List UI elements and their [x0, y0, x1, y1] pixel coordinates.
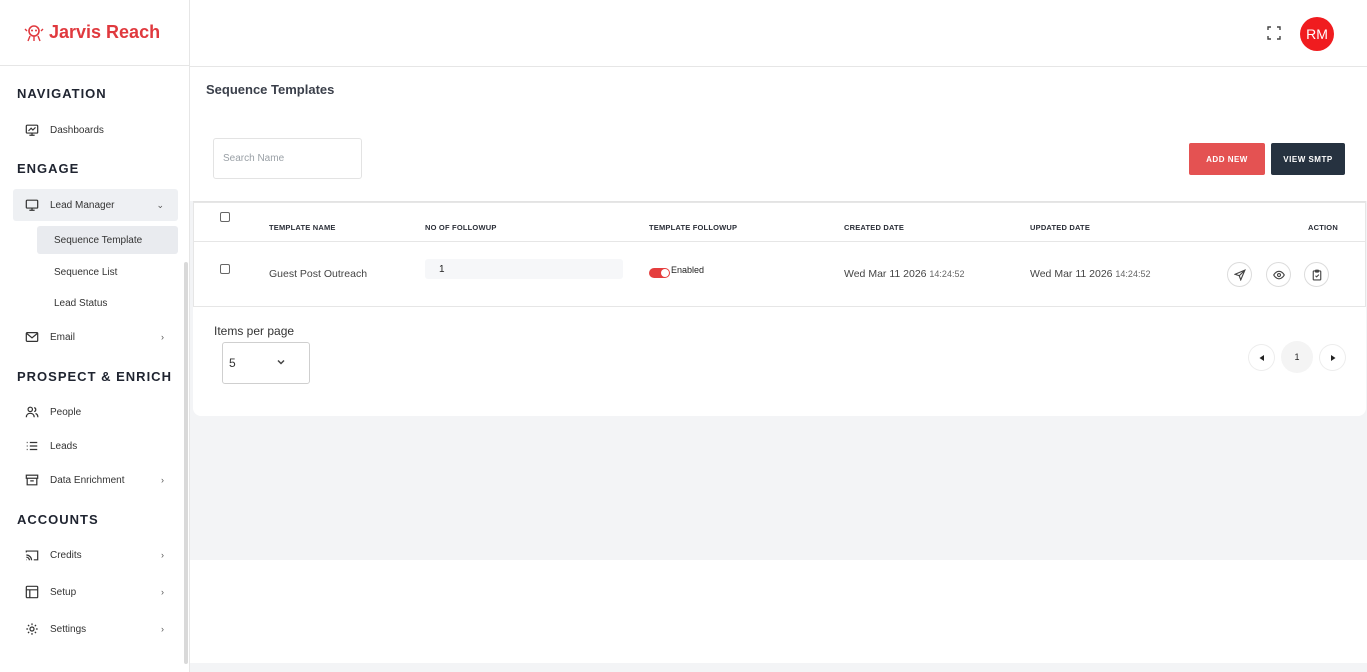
- chevron-right-icon: ›: [161, 624, 164, 634]
- view-smtp-button[interactable]: VIEW SMTP: [1271, 143, 1345, 175]
- chevron-down-icon: ⌄: [156, 199, 164, 210]
- cell-created-date: Wed Mar 11 2026 14:24:52: [844, 268, 964, 280]
- page-title: Sequence Templates: [206, 82, 335, 97]
- clipboard-button[interactable]: [1304, 262, 1329, 287]
- table-header: TEMPLATE NAME NO OF FOLLOWUP TEMPLATE FO…: [194, 203, 1365, 242]
- next-page-button[interactable]: [1320, 345, 1345, 370]
- list-icon: [24, 438, 40, 454]
- add-new-button[interactable]: ADD NEW: [1189, 143, 1265, 175]
- followup-toggle[interactable]: [649, 268, 670, 278]
- created-date: Wed Mar 11 2026: [844, 268, 927, 280]
- sidebar-item-email[interactable]: Email ›: [13, 321, 178, 353]
- select-all-checkbox[interactable]: [220, 212, 230, 222]
- sidebar-item-lead-manager[interactable]: Lead Manager ⌄: [13, 189, 178, 221]
- gear-icon: [24, 621, 40, 637]
- header-template-name: TEMPLATE NAME: [269, 223, 336, 232]
- search-input[interactable]: [213, 138, 362, 179]
- sidebar-item-data-enrichment[interactable]: Data Enrichment ›: [13, 464, 178, 496]
- bottom-strip: [190, 663, 1367, 672]
- cell-updated-date: Wed Mar 11 2026 14:24:52: [1030, 268, 1150, 280]
- header-template-followup: TEMPLATE FOLLOWUP: [649, 223, 738, 232]
- triangle-right-icon: [1330, 354, 1335, 361]
- avatar[interactable]: RM: [1300, 17, 1334, 51]
- chevron-right-icon: ›: [161, 550, 164, 560]
- sidebar-item-label: Leads: [50, 440, 78, 452]
- header-no-of-followup: NO OF FOLLOWUP: [425, 223, 497, 232]
- section-prospect-enrich: PROSPECT & ENRICH: [17, 369, 172, 384]
- header-updated-date: UPDATED DATE: [1030, 223, 1091, 232]
- toggle-label: Enabled: [671, 265, 705, 275]
- brand-name: Jarvis Reach: [49, 22, 161, 42]
- chevron-right-icon: ›: [161, 587, 164, 597]
- sidebar-item-credits[interactable]: Credits ›: [13, 539, 178, 571]
- sidebar-subitem-lead-status[interactable]: Lead Status: [37, 289, 178, 317]
- eye-icon: [1272, 270, 1285, 279]
- sidebar-item-label: Settings: [50, 623, 87, 635]
- sidebar-nav: NAVIGATION Dashboards ENGAGE Lead Manage…: [0, 66, 189, 672]
- sidebar-item-label: Data Enrichment: [50, 474, 125, 486]
- section-navigation: NAVIGATION: [17, 86, 107, 101]
- prev-page-button[interactable]: [1249, 345, 1274, 370]
- section-accounts: ACCOUNTS: [17, 512, 99, 527]
- cell-template-name: Guest Post Outreach: [269, 268, 368, 280]
- sidebar-scrollbar[interactable]: [184, 262, 188, 664]
- send-icon: [1233, 268, 1246, 281]
- page-number-button[interactable]: 1: [1281, 341, 1313, 373]
- brand-mascot-icon: [24, 24, 44, 41]
- created-time: 14:24:52: [929, 269, 965, 279]
- view-button[interactable]: [1266, 262, 1291, 287]
- header-action: ACTION: [1308, 223, 1338, 232]
- sidebar: Jarvis Reach NAVIGATION Dashboards ENGAG…: [0, 0, 190, 672]
- clipboard-icon: [1312, 269, 1321, 280]
- sidebar-item-label: Email: [50, 331, 76, 343]
- sidebar-item-label: Credits: [50, 549, 82, 561]
- sidebar-item-leads[interactable]: Leads: [13, 430, 178, 462]
- send-button[interactable]: [1227, 262, 1252, 287]
- chevron-down-icon: [277, 359, 285, 365]
- header-created-date: CREATED DATE: [844, 223, 905, 232]
- sidebar-item-label: Setup: [50, 586, 77, 598]
- sidebar-item-settings[interactable]: Settings ›: [13, 613, 178, 645]
- monitor-chart-icon: [24, 122, 40, 138]
- cast-icon: [24, 547, 40, 563]
- table-row: Guest Post Outreach Enabled Wed Mar 11 2…: [194, 242, 1365, 308]
- sidebar-subitem-sequence-template[interactable]: Sequence Template: [37, 226, 178, 254]
- main-content: Sequence Templates ADD NEW VIEW SMTP TEM…: [190, 67, 1367, 560]
- sidebar-subitem-sequence-list[interactable]: Sequence List: [37, 258, 178, 286]
- chevron-right-icon: ›: [161, 332, 164, 342]
- sidebar-item-label: Dashboards: [50, 124, 104, 136]
- toolbar-area: Sequence Templates ADD NEW VIEW SMTP: [190, 67, 1367, 201]
- expand-icon[interactable]: [1266, 25, 1282, 41]
- archive-icon: [24, 472, 40, 488]
- topbar: RM: [190, 0, 1367, 67]
- sidebar-item-dashboards[interactable]: Dashboards: [13, 114, 178, 146]
- app-root: Jarvis Reach NAVIGATION Dashboards ENGAG…: [0, 0, 1367, 672]
- sidebar-item-label: Lead Manager: [50, 199, 115, 211]
- items-per-page-select[interactable]: 5: [222, 342, 310, 384]
- row-checkbox[interactable]: [220, 264, 230, 274]
- followup-count-field[interactable]: [425, 259, 623, 279]
- templates-card: TEMPLATE NAME NO OF FOLLOWUP TEMPLATE FO…: [193, 201, 1366, 416]
- updated-date: Wed Mar 11 2026: [1030, 268, 1113, 280]
- section-engage: ENGAGE: [17, 161, 80, 176]
- triangle-left-icon: [1259, 354, 1264, 361]
- items-per-page-value: 5: [229, 356, 236, 370]
- mail-icon: [24, 329, 40, 345]
- templates-table: TEMPLATE NAME NO OF FOLLOWUP TEMPLATE FO…: [193, 202, 1366, 307]
- items-per-page-label: Items per page: [214, 324, 295, 338]
- users-icon: [24, 404, 40, 420]
- brand[interactable]: Jarvis Reach: [0, 0, 189, 66]
- sidebar-item-people[interactable]: People: [13, 396, 178, 428]
- updated-time: 14:24:52: [1115, 269, 1151, 279]
- sidebar-item-setup[interactable]: Setup ›: [13, 576, 178, 608]
- desktop-icon: [24, 197, 40, 213]
- sidebar-item-label: People: [50, 406, 82, 418]
- layout-icon: [24, 584, 40, 600]
- chevron-right-icon: ›: [161, 475, 164, 485]
- brand-logo: Jarvis Reach: [24, 22, 160, 43]
